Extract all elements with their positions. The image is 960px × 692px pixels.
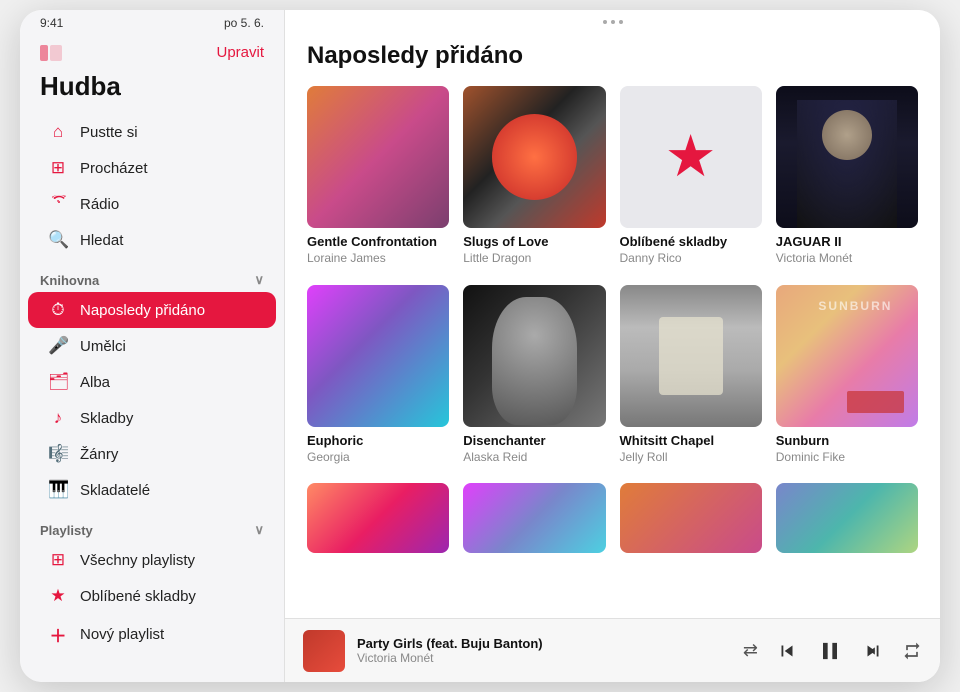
now-playing-artist: Victoria Monét xyxy=(357,651,731,665)
chevron-down-icon-2: ∨ xyxy=(254,522,264,538)
top-dots xyxy=(285,10,940,28)
main-content: Naposledy přidáno Gentle Confrontation L… xyxy=(285,10,940,682)
status-time: 9:41 xyxy=(40,16,63,30)
repeat-button[interactable] xyxy=(902,641,922,661)
album-name: Whitsitt Chapel xyxy=(620,433,762,450)
now-playing-art xyxy=(303,630,345,672)
album-name: Slugs of Love xyxy=(463,234,605,251)
sidebar-item-oblibene-skladby[interactable]: ★ Oblíbené skladby xyxy=(28,578,276,614)
sidebar-item-radio[interactable]: Rádio xyxy=(28,186,276,222)
composers-icon: 🎹 xyxy=(48,480,68,500)
star-icon: ★ xyxy=(665,128,717,186)
album-art-12 xyxy=(776,483,918,553)
album-item[interactable]: Slugs of Love Little Dragon xyxy=(463,86,605,267)
all-playlists-icon: ⊞ xyxy=(48,550,68,570)
album-name: JAGUAR II xyxy=(776,234,918,251)
album-art-4 xyxy=(776,86,918,228)
album-item[interactable] xyxy=(776,483,918,559)
album-art-3: ★ xyxy=(620,86,762,228)
device: 9:41 po 5. 6. Upravit Hudba ⌂ Pustte si … xyxy=(20,10,940,682)
album-artist: Little Dragon xyxy=(463,251,605,267)
content-area: Naposledy přidáno Gentle Confrontation L… xyxy=(285,28,940,618)
now-playing-info: Party Girls (feat. Buju Banton) Victoria… xyxy=(357,636,731,665)
new-playlist-icon: ＋ xyxy=(48,622,68,647)
album-item[interactable]: Euphoric Georgia xyxy=(307,285,449,466)
album-item[interactable] xyxy=(620,483,762,559)
sidebar-item-alba[interactable]: 🗂 Alba xyxy=(28,364,276,400)
sidebar-item-vsechny-playlisty[interactable]: ⊞ Všechny playlisty xyxy=(28,542,276,578)
sidebar-item-hledat[interactable]: 🔍 Hledat xyxy=(28,222,276,258)
sidebar-item-skladatele[interactable]: 🎹 Skladatelé xyxy=(28,472,276,508)
sidebar-item-novy-playlist[interactable]: ＋ Nový playlist xyxy=(28,614,276,655)
albums-icon: 🗂 xyxy=(48,372,68,392)
album-art-11 xyxy=(620,483,762,553)
album-name: Gentle Confrontation xyxy=(307,234,449,251)
sidebar-scroll: ⌂ Pustte si ⊞ Procházet Rádio 🔍 Hledat xyxy=(20,114,284,682)
sidebar-item-prochazet[interactable]: ⊞ Procházet xyxy=(28,150,276,186)
sidebar: 9:41 po 5. 6. Upravit Hudba ⌂ Pustte si … xyxy=(20,10,285,682)
favorites-icon: ★ xyxy=(48,586,68,606)
sidebar-item-skladby[interactable]: ♪ Skladby xyxy=(28,400,276,436)
play-pause-button[interactable] xyxy=(816,637,844,665)
album-item[interactable]: Whitsitt Chapel Jelly Roll xyxy=(620,285,762,466)
sidebar-item-naposledy-pridano[interactable]: ⏱ Naposledy přidáno xyxy=(28,292,276,328)
album-name: Disenchanter xyxy=(463,433,605,450)
album-artist: Loraine James xyxy=(307,251,449,267)
album-name: Euphoric xyxy=(307,433,449,450)
now-playing-bar: Party Girls (feat. Buju Banton) Victoria… xyxy=(285,618,940,682)
album-art-6 xyxy=(463,285,605,427)
album-art-10 xyxy=(463,483,605,553)
search-icon: 🔍 xyxy=(48,230,68,250)
album-name: Oblíbené skladby xyxy=(620,234,762,251)
sidebar-item-zanry[interactable]: 🎼 Žánry xyxy=(28,436,276,472)
album-artist: Danny Rico xyxy=(620,251,762,267)
album-artist: Georgia xyxy=(307,450,449,466)
album-art-5 xyxy=(307,285,449,427)
sidebar-toggle-button[interactable] xyxy=(40,45,62,61)
album-art-8: SUNBURN xyxy=(776,285,918,427)
recently-added-icon: ⏱ xyxy=(48,300,68,320)
album-art-7 xyxy=(620,285,762,427)
section-knihovna: Knihovna ∨ xyxy=(20,258,284,292)
album-item[interactable] xyxy=(463,483,605,559)
album-item[interactable] xyxy=(307,483,449,559)
genres-icon: 🎼 xyxy=(48,444,68,464)
album-artist: Victoria Monét xyxy=(776,251,918,267)
home-icon: ⌂ xyxy=(48,122,68,142)
album-grid: Gentle Confrontation Loraine James Slugs… xyxy=(307,86,918,559)
next-button[interactable] xyxy=(862,640,884,662)
album-item[interactable]: Gentle Confrontation Loraine James xyxy=(307,86,449,267)
album-art-2 xyxy=(463,86,605,228)
section-title: Naposledy přidáno xyxy=(307,42,918,70)
sidebar-title: Hudba xyxy=(20,65,284,114)
artists-icon: 🎤 xyxy=(48,336,68,356)
album-artist: Jelly Roll xyxy=(620,450,762,466)
album-item[interactable]: Disenchanter Alaska Reid xyxy=(463,285,605,466)
chevron-down-icon: ∨ xyxy=(254,272,264,288)
status-date: po 5. 6. xyxy=(224,16,264,30)
radio-icon xyxy=(48,194,68,214)
album-artist: Dominic Fike xyxy=(776,450,918,466)
songs-icon: ♪ xyxy=(48,408,68,428)
sidebar-item-umelci[interactable]: 🎤 Umělci xyxy=(28,328,276,364)
status-bar: 9:41 po 5. 6. xyxy=(20,10,284,30)
previous-button[interactable] xyxy=(776,640,798,662)
album-item[interactable]: ★ Oblíbené skladby Danny Rico xyxy=(620,86,762,267)
sidebar-item-pustte-si[interactable]: ⌂ Pustte si xyxy=(28,114,276,150)
upravit-button[interactable]: Upravit xyxy=(216,44,264,61)
sidebar-top-bar: Upravit xyxy=(20,30,284,65)
browse-icon: ⊞ xyxy=(48,158,68,178)
shuffle-button[interactable]: ⇄ xyxy=(743,640,758,661)
album-art-9 xyxy=(307,483,449,553)
album-art-1 xyxy=(307,86,449,228)
now-playing-controls: ⇄ xyxy=(743,637,922,665)
now-playing-title: Party Girls (feat. Buju Banton) xyxy=(357,636,731,651)
section-playlisty: Playlisty ∨ xyxy=(20,508,284,542)
album-artist: Alaska Reid xyxy=(463,450,605,466)
album-item[interactable]: SUNBURN Sunburn Dominic Fike xyxy=(776,285,918,466)
album-item[interactable]: JAGUAR II Victoria Monét xyxy=(776,86,918,267)
album-name: Sunburn xyxy=(776,433,918,450)
